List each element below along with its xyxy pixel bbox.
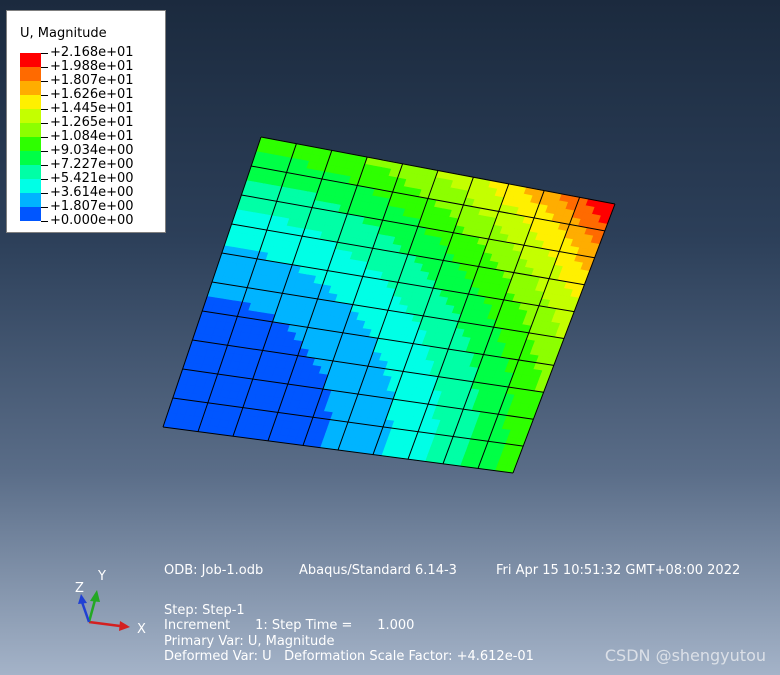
timestamp-label: Fri Apr 15 10:51:32 GMT+08:00 2022 xyxy=(496,563,741,578)
viewport[interactable]: U, Magnitude +2.168e+01 +1.988e+01 +1.807e… xyxy=(0,0,780,675)
primary-var-label: Primary Var: U, Magnitude xyxy=(164,634,335,649)
z-axis-arrow xyxy=(80,601,91,623)
y-axis-label: Y xyxy=(97,569,106,584)
axis-triad: X Y Z xyxy=(75,569,146,637)
solver-label: Abaqus/Standard 6.14-3 xyxy=(299,563,457,578)
watermark-text: CSDN @shengyutou xyxy=(604,646,766,665)
x-axis-arrow xyxy=(88,620,121,628)
y-axis-arrowhead xyxy=(90,590,100,602)
increment-label: Increment 1: Step Time = 1.000 xyxy=(164,618,415,633)
odb-label: ODB: Job-1.odb xyxy=(164,563,264,578)
z-axis-label: Z xyxy=(75,581,84,596)
x-axis-arrowhead xyxy=(119,621,130,631)
deformed-var-label: Deformed Var: U Deformation Scale Factor… xyxy=(164,649,534,664)
step-label: Step: Step-1 xyxy=(164,603,245,618)
x-axis-label: X xyxy=(137,622,146,637)
y-axis-arrow xyxy=(87,599,97,623)
